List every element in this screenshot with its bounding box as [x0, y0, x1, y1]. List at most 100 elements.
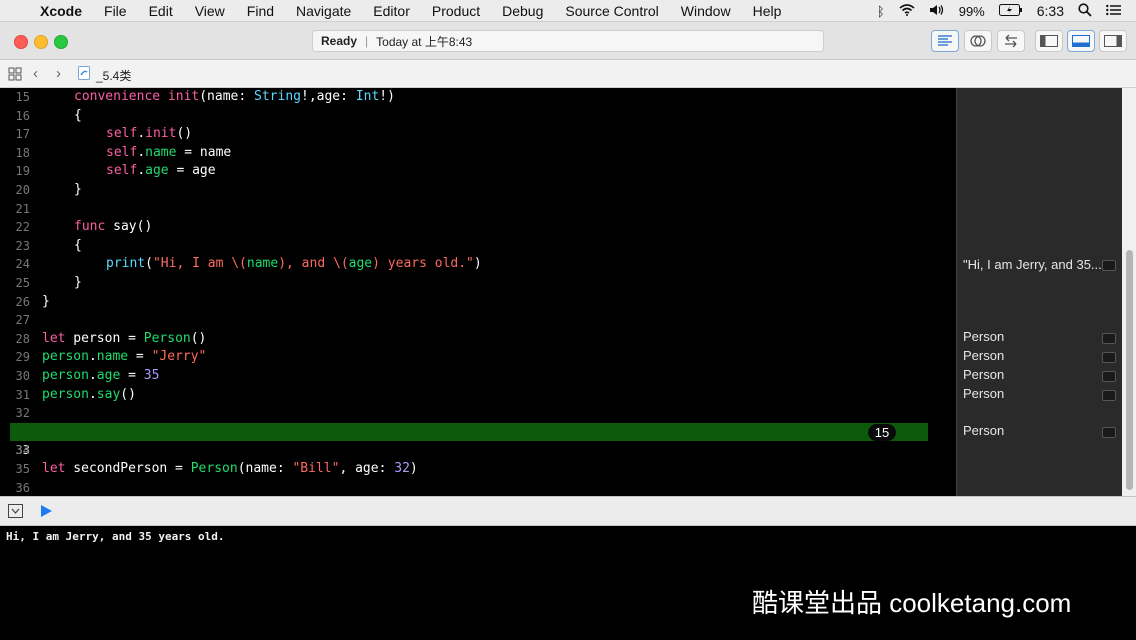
run-playground-icon[interactable]: [40, 504, 53, 523]
clock[interactable]: 6:33: [1037, 3, 1064, 19]
code-line: 22 func say(): [0, 218, 956, 237]
console-output: Hi, I am Jerry, and 35 years old.: [6, 530, 225, 543]
line-number: 25: [15, 276, 30, 290]
line-number: 15: [15, 90, 30, 104]
line-number: 34: [15, 443, 30, 458]
bottom-panel-icon: [1072, 35, 1090, 47]
related-items-icon[interactable]: [8, 67, 22, 84]
menu-debug[interactable]: Debug: [502, 3, 543, 19]
menu-window[interactable]: Window: [681, 3, 731, 19]
quick-look-icon[interactable]: [1102, 260, 1116, 271]
line-number: 31: [15, 387, 30, 402]
line-number: 21: [15, 201, 30, 216]
source-editor[interactable]: 15 convenience init(name: String!,age: In…: [0, 88, 956, 496]
code-line: 24 print("Hi, I am \(name), and \(age) ye…: [0, 255, 956, 274]
menu-view[interactable]: View: [195, 3, 225, 19]
code-line: 35: [0, 460, 956, 479]
code-line: 17 self.init(): [0, 125, 956, 144]
menu-find[interactable]: Find: [247, 3, 274, 19]
close-window-button[interactable]: [14, 35, 28, 49]
line-number: 24: [15, 257, 30, 272]
code-line: 16{: [0, 107, 956, 126]
zoom-window-button[interactable]: [54, 35, 68, 49]
code-line: 30 person.age = 35: [0, 367, 956, 386]
quick-look-icon[interactable]: [1102, 352, 1116, 363]
align-lines-icon: [938, 35, 952, 46]
menu-navigate[interactable]: Navigate: [296, 3, 351, 19]
results-scrollbar-thumb[interactable]: [1126, 250, 1133, 490]
result-line-28[interactable]: Person: [963, 329, 1119, 344]
search-icon[interactable]: [1078, 2, 1092, 20]
toggle-utilities-button[interactable]: [1099, 30, 1127, 52]
result-line-29[interactable]: Person: [963, 348, 1119, 363]
quick-look-icon[interactable]: [1102, 371, 1116, 382]
code-line: 18 self.name = name: [0, 144, 956, 163]
line-number: 29: [15, 350, 30, 365]
toggle-navigator-button[interactable]: [1035, 30, 1063, 52]
line-number: 17: [15, 127, 30, 142]
assistant-editor-button[interactable]: [964, 30, 992, 52]
code-line: 26}: [0, 293, 956, 312]
left-panel-icon: [1040, 35, 1058, 47]
status-state: Ready: [321, 34, 358, 48]
result-line-31[interactable]: Person: [963, 386, 1119, 401]
code-line: 15 convenience init(name: String!,age: In…: [0, 88, 956, 107]
playground-file-icon: [78, 66, 90, 83]
code-line: 34: [0, 441, 956, 460]
line-number: 26: [15, 294, 30, 309]
line-number: 30: [15, 369, 30, 383]
menu-product[interactable]: Product: [432, 3, 480, 19]
line-number: 22: [15, 220, 30, 235]
menu-help[interactable]: Help: [753, 3, 782, 19]
breadcrumb-file[interactable]: _5.4类: [96, 67, 131, 84]
code-line: 25}: [0, 274, 956, 293]
result-line-33[interactable]: Person: [963, 423, 1119, 438]
status-time: Today at 上午8:43: [376, 34, 473, 49]
hide-debug-area-icon[interactable]: [8, 504, 23, 523]
jump-bar: ‹ › _5.4类: [0, 60, 1136, 88]
wifi-icon[interactable]: [899, 3, 915, 19]
code-line: 28 let person = Person(): [0, 330, 956, 349]
menu-app-name[interactable]: Xcode: [40, 3, 82, 19]
line-number: 27: [15, 313, 30, 328]
venn-icon: [970, 35, 986, 47]
code-line: 21: [0, 200, 956, 219]
line-number: 35: [15, 462, 30, 476]
inline-result-badge[interactable]: 15: [868, 423, 896, 441]
standard-editor-button[interactable]: [931, 30, 959, 52]
minimize-window-button[interactable]: [34, 35, 48, 49]
menu-editor[interactable]: Editor: [373, 3, 410, 19]
line-number: 23: [15, 238, 30, 253]
line-number: 19: [15, 164, 30, 179]
window-toolbar: Ready | Today at 上午8:43: [0, 22, 1136, 60]
code-line: 23{: [0, 237, 956, 256]
line-number: 28: [15, 331, 30, 346]
quick-look-icon[interactable]: [1102, 333, 1116, 344]
battery-icon[interactable]: [998, 3, 1023, 19]
toggle-debug-area-button[interactable]: [1067, 30, 1095, 52]
back-arrow-icon[interactable]: ‹: [33, 65, 38, 82]
code-line: 32: [0, 404, 956, 423]
menu-file[interactable]: File: [104, 3, 127, 19]
line-number: 16: [15, 108, 30, 123]
result-line-24[interactable]: "Hi, I am Jerry, and 35...: [963, 257, 1119, 272]
menu-bar: Xcode File Edit View Find Navigate Edito…: [0, 0, 1136, 22]
results-sidebar: "Hi, I am Jerry, and 35... Person Person…: [956, 88, 1122, 496]
code-line: 29 person.name = "Jerry": [0, 348, 956, 367]
menu-list-icon[interactable]: [1106, 3, 1122, 19]
quick-look-icon[interactable]: [1102, 390, 1116, 401]
forward-arrow-icon[interactable]: ›: [56, 65, 61, 82]
activity-status: Ready | Today at 上午8:43: [312, 30, 824, 52]
arrows-icon: [1005, 34, 1017, 48]
volume-icon[interactable]: [929, 3, 945, 19]
version-editor-button[interactable]: [997, 30, 1025, 52]
quick-look-icon[interactable]: [1102, 427, 1116, 438]
status-divider: |: [365, 34, 369, 48]
code-line: 31 person.say(): [0, 386, 956, 405]
bluetooth-icon[interactable]: ᛒ: [877, 4, 885, 19]
result-line-30[interactable]: Person: [963, 367, 1119, 382]
menu-edit[interactable]: Edit: [149, 3, 173, 19]
line-number: 36: [15, 480, 30, 495]
menu-source-control[interactable]: Source Control: [565, 3, 658, 19]
code-line: 27: [0, 311, 956, 330]
